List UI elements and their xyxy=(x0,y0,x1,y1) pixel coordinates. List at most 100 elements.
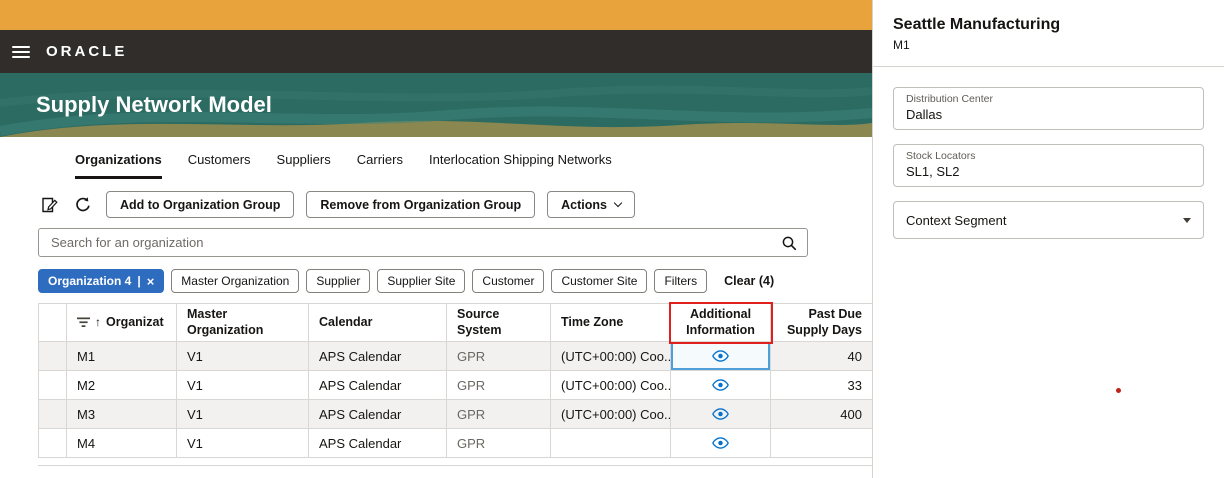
tab-carriers[interactable]: Carriers xyxy=(357,152,403,179)
add-to-organization-group-button[interactable]: Add to Organization Group xyxy=(106,191,294,218)
cell-source-system[interactable]: GPR xyxy=(447,342,551,371)
global-header: ORACLE xyxy=(0,30,872,73)
cell-past-due-supply-days[interactable] xyxy=(771,429,873,458)
cell-organization[interactable]: M2 xyxy=(67,371,177,400)
cell-master-organization[interactable]: V1 xyxy=(177,400,309,429)
cell-master-organization[interactable]: V1 xyxy=(177,342,309,371)
tab-customers[interactable]: Customers xyxy=(188,152,251,179)
cell-time-zone[interactable]: (UTC+00:00) Coo... xyxy=(551,371,671,400)
column-header-master-organization[interactable]: Master Organization xyxy=(177,304,309,342)
toolbar: Add to Organization Group Remove from Or… xyxy=(38,191,872,218)
cell-past-due-supply-days[interactable]: 400 xyxy=(771,400,873,429)
cell-time-zone[interactable]: (UTC+00:00) Coo... xyxy=(551,342,671,371)
cell-source-system[interactable]: GPR xyxy=(447,400,551,429)
column-header-calendar[interactable]: Calendar xyxy=(309,304,447,342)
eye-icon xyxy=(712,437,729,449)
filter-chip-row: Organization 4 | × Master Organization S… xyxy=(38,269,872,293)
menu-icon[interactable] xyxy=(12,46,30,58)
sort-ascending-icon[interactable]: ↑ xyxy=(95,315,101,330)
table-row-m2[interactable]: M2 V1 APS Calendar GPR (UTC+00:00) Coo..… xyxy=(39,371,873,400)
column-header-organization-label: Organizat xyxy=(106,315,164,331)
view-additional-information-button[interactable] xyxy=(708,435,733,452)
top-accent-bar xyxy=(0,0,872,30)
search-icon[interactable] xyxy=(781,235,797,251)
field-label-stock-locators: Stock Locators xyxy=(906,150,1191,162)
column-header-additional-information[interactable]: Additional Information xyxy=(671,304,771,342)
cell-past-due-supply-days[interactable]: 40 xyxy=(771,342,873,371)
cell-time-zone[interactable]: (UTC+00:00) Coo... xyxy=(551,400,671,429)
filter-chip-supplier-site[interactable]: Supplier Site xyxy=(377,269,465,293)
actions-button[interactable]: Actions xyxy=(547,191,635,218)
main-region: ORACLE Supply Network Model Organization… xyxy=(0,0,872,478)
cell-calendar[interactable]: APS Calendar xyxy=(309,342,447,371)
filter-chip-supplier[interactable]: Supplier xyxy=(306,269,370,293)
column-header-source-system[interactable]: Source System xyxy=(447,304,551,342)
filters-button[interactable]: Filters xyxy=(654,269,707,293)
page-banner: Supply Network Model xyxy=(0,73,872,137)
filter-chip-master-organization[interactable]: Master Organization xyxy=(171,269,299,293)
panel-subtitle: M1 xyxy=(893,38,1204,52)
view-additional-information-button[interactable] xyxy=(708,348,733,365)
column-header-time-zone[interactable]: Time Zone xyxy=(551,304,671,342)
eye-icon xyxy=(712,379,729,391)
field-distribution-center[interactable]: Distribution Center Dallas xyxy=(893,87,1204,130)
tab-organizations[interactable]: Organizations xyxy=(75,152,162,179)
cell-organization[interactable]: M3 xyxy=(67,400,177,429)
remove-filter-icon[interactable]: × xyxy=(147,275,155,288)
red-dot-artifact xyxy=(1116,388,1121,393)
chevron-down-icon xyxy=(614,199,622,207)
active-filter-chip-organization-4[interactable]: Organization 4 | × xyxy=(38,269,164,293)
row-select-cell[interactable] xyxy=(39,400,67,429)
context-segment-dropdown[interactable]: Context Segment xyxy=(893,201,1204,239)
dropdown-caret-icon xyxy=(1183,218,1191,223)
tab-interlocation-shipping-networks[interactable]: Interlocation Shipping Networks xyxy=(429,152,612,179)
column-header-past-due-supply-days[interactable]: Past Due Supply Days xyxy=(771,304,873,342)
edit-page-icon xyxy=(40,196,58,214)
cell-additional-information[interactable] xyxy=(671,400,771,429)
row-select-cell[interactable] xyxy=(39,342,67,371)
clear-filters-link[interactable]: Clear (4) xyxy=(724,274,774,288)
eye-icon xyxy=(712,408,729,420)
cell-source-system[interactable]: GPR xyxy=(447,429,551,458)
table-row-m4[interactable]: M4 V1 APS Calendar GPR xyxy=(39,429,873,458)
field-label-distribution-center: Distribution Center xyxy=(906,93,1191,105)
field-stock-locators[interactable]: Stock Locators SL1, SL2 xyxy=(893,144,1204,187)
search-input[interactable] xyxy=(49,234,781,251)
cell-organization[interactable]: M1 xyxy=(67,342,177,371)
edit-page-button[interactable] xyxy=(38,194,60,216)
cell-additional-information[interactable] xyxy=(671,429,771,458)
cell-additional-information[interactable] xyxy=(671,342,771,371)
panel-title: Seattle Manufacturing xyxy=(893,16,1204,34)
field-value-stock-locators: SL1, SL2 xyxy=(906,164,1191,179)
cell-source-system[interactable]: GPR xyxy=(447,371,551,400)
cell-master-organization[interactable]: V1 xyxy=(177,429,309,458)
refresh-button[interactable] xyxy=(72,194,94,216)
panel-divider xyxy=(873,66,1224,67)
cell-calendar[interactable]: APS Calendar xyxy=(309,371,447,400)
cell-calendar[interactable]: APS Calendar xyxy=(309,429,447,458)
view-additional-information-button[interactable] xyxy=(708,406,733,423)
app-root: ORACLE Supply Network Model Organization… xyxy=(0,0,1224,478)
filter-icon[interactable] xyxy=(77,317,90,328)
view-additional-information-button[interactable] xyxy=(708,377,733,394)
table-bottom-border xyxy=(38,465,872,466)
row-select-cell[interactable] xyxy=(39,371,67,400)
tab-suppliers[interactable]: Suppliers xyxy=(277,152,331,179)
cell-additional-information[interactable] xyxy=(671,371,771,400)
search-box xyxy=(38,228,808,257)
row-select-cell[interactable] xyxy=(39,429,67,458)
active-filter-chip-label: Organization 4 xyxy=(48,274,131,288)
cell-master-organization[interactable]: V1 xyxy=(177,371,309,400)
cell-organization[interactable]: M4 xyxy=(67,429,177,458)
filter-chip-customer-site[interactable]: Customer Site xyxy=(551,269,647,293)
filter-chip-customer[interactable]: Customer xyxy=(472,269,544,293)
table-row-m3[interactable]: M3 V1 APS Calendar GPR (UTC+00:00) Coo..… xyxy=(39,400,873,429)
table-row-m1[interactable]: M1 V1 APS Calendar GPR (UTC+00:00) Coo..… xyxy=(39,342,873,371)
cell-calendar[interactable]: APS Calendar xyxy=(309,400,447,429)
remove-from-organization-group-button[interactable]: Remove from Organization Group xyxy=(306,191,535,218)
table-header-row: ↑ Organizat Master Organization Calendar… xyxy=(39,304,873,342)
cell-time-zone[interactable] xyxy=(551,429,671,458)
column-header-organization[interactable]: ↑ Organizat xyxy=(67,304,177,342)
actions-button-label: Actions xyxy=(561,198,607,212)
cell-past-due-supply-days[interactable]: 33 xyxy=(771,371,873,400)
